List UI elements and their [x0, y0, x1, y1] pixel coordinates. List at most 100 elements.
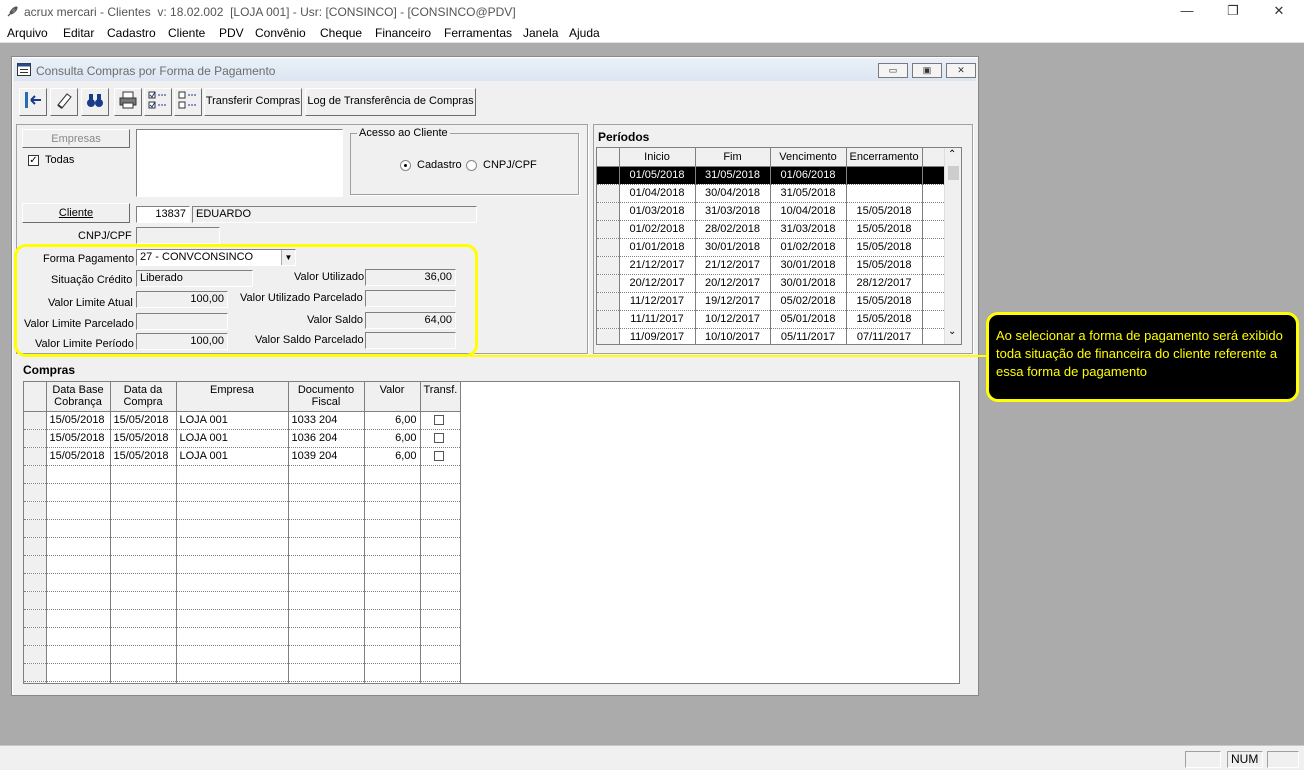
periodos-scrollbar[interactable]: ⌃ ⌄ [944, 148, 961, 344]
empty-cell [364, 645, 421, 664]
menu-cheque[interactable]: Cheque [314, 25, 368, 41]
compra-row[interactable]: 15/05/2018 15/05/2018 LOJA 001 1036 204 6,00 [24, 429, 461, 448]
child-minimize-button[interactable]: ▭ [878, 63, 908, 78]
cadastro-radio[interactable] [400, 160, 411, 171]
menu-pdv[interactable]: PDV [213, 25, 250, 41]
empty-cell [176, 627, 289, 646]
empty-cell [364, 465, 421, 484]
periodo-cell: 31/05/2018 [695, 166, 771, 185]
row-indicator[interactable] [597, 220, 620, 239]
empresas-list[interactable] [136, 129, 343, 197]
uncheck-all-icon[interactable] [174, 88, 202, 116]
row-indicator[interactable] [24, 429, 47, 448]
compra-row[interactable]: 15/05/2018 15/05/2018 LOJA 001 1033 204 6,00 [24, 411, 461, 430]
empty-cell [288, 573, 365, 592]
minimize-button[interactable]: — [1164, 0, 1210, 23]
scroll-thumb[interactable] [948, 166, 959, 180]
empty-cell [288, 609, 365, 628]
periodo-cell: 31/03/2018 [695, 202, 771, 221]
periodo-row[interactable]: 01/05/2018 31/05/2018 01/06/2018 [597, 166, 945, 185]
menu-cliente[interactable]: Cliente [162, 25, 211, 41]
empty-cell [288, 537, 365, 556]
periodo-row[interactable]: 01/01/2018 30/01/2018 01/02/2018 15/05/2018 [597, 238, 945, 257]
child-maximize-button[interactable]: ▣ [912, 63, 942, 78]
col-transf[interactable]: Transf. [420, 382, 461, 412]
compras-grid[interactable]: Data Base Cobrança Data da Compra Empres… [23, 381, 960, 684]
menu-cadastro[interactable]: Cadastro [101, 25, 162, 41]
check-all-icon[interactable] [144, 88, 172, 116]
empty-row [24, 591, 461, 610]
row-indicator[interactable] [597, 184, 620, 203]
menu-ajuda[interactable]: Ajuda [563, 25, 606, 41]
menu-janela[interactable]: Janela [517, 25, 564, 41]
periodo-row[interactable]: 01/04/2018 30/04/2018 31/05/2018 [597, 184, 945, 203]
col-data-compra[interactable]: Data da Compra [110, 382, 177, 412]
menu-financeiro[interactable]: Financeiro [369, 25, 437, 41]
printer-icon[interactable] [114, 88, 142, 116]
col-inicio[interactable]: Inicio [619, 148, 696, 167]
menu-convenio[interactable]: Convênio [249, 25, 312, 41]
row-indicator[interactable] [597, 292, 620, 311]
periodo-cell: 15/05/2018 [846, 310, 923, 329]
transf-cell [420, 429, 461, 448]
callout-annotation: Ao selecionar a forma de pagamento será … [986, 312, 1299, 402]
menu-arquivo[interactable]: Arquivo [1, 25, 54, 41]
scroll-up-icon[interactable]: ⌃ [948, 149, 956, 160]
row-indicator[interactable] [24, 447, 47, 466]
col-vencimento[interactable]: Vencimento [770, 148, 847, 167]
col-fim[interactable]: Fim [695, 148, 771, 167]
exit-icon[interactable] [19, 88, 47, 116]
row-indicator[interactable] [597, 274, 620, 293]
empty-row [24, 681, 461, 683]
col-empresa[interactable]: Empresa [176, 382, 289, 412]
row-indicator[interactable] [597, 166, 620, 185]
empresas-button[interactable]: Empresas [22, 129, 130, 148]
binoculars-icon[interactable] [81, 88, 109, 116]
eraser-icon[interactable] [50, 88, 78, 116]
log-transferencia-button[interactable]: Log de Transferência de Compras [305, 88, 476, 116]
transf-checkbox[interactable] [433, 451, 444, 462]
transferir-compras-button[interactable]: Transferir Compras [204, 88, 302, 116]
periodo-row[interactable]: 11/12/2017 19/12/2017 05/02/2018 15/05/2018 [597, 292, 945, 311]
child-window-title: Consulta Compras por Forma de Pagamento [36, 64, 276, 78]
row-indicator[interactable] [597, 238, 620, 257]
periodo-cell: 30/01/2018 [770, 274, 847, 293]
transf-checkbox[interactable] [433, 415, 444, 426]
compra-row[interactable]: 15/05/2018 15/05/2018 LOJA 001 1039 204 6,00 [24, 447, 461, 466]
row-indicator[interactable] [597, 202, 620, 221]
empty-cell [110, 537, 177, 556]
compra-cell: 15/05/2018 [46, 411, 111, 430]
col-valor[interactable]: Valor [364, 382, 421, 412]
scroll-down-icon[interactable]: ⌄ [948, 326, 956, 337]
col-documento[interactable]: Documento Fiscal [288, 382, 365, 412]
cliente-code-field[interactable]: 13837 [136, 206, 190, 223]
row-indicator[interactable] [597, 310, 620, 329]
periodo-row[interactable]: 21/12/2017 21/12/2017 30/01/2018 15/05/2018 [597, 256, 945, 275]
compra-cell: 15/05/2018 [110, 411, 177, 430]
cnpj-radio[interactable] [466, 160, 477, 171]
row-indicator[interactable] [597, 256, 620, 275]
row-filler [922, 220, 945, 239]
periodos-title: Períodos [598, 130, 650, 144]
close-button[interactable]: ✕ [1256, 0, 1302, 23]
periodo-row[interactable]: 01/02/2018 28/02/2018 31/03/2018 15/05/2018 [597, 220, 945, 239]
row-indicator [24, 519, 47, 538]
periodo-row[interactable]: 20/12/2017 20/12/2017 30/01/2018 28/12/2017 [597, 274, 945, 293]
col-data-base[interactable]: Data Base Cobrança [46, 382, 111, 412]
col-encerramento[interactable]: Encerramento [846, 148, 923, 167]
periodo-row[interactable]: 11/09/2017 10/10/2017 05/11/2017 07/11/2017 [597, 328, 945, 344]
cliente-button[interactable]: Cliente [22, 203, 130, 223]
menu-ferramentas[interactable]: Ferramentas [438, 25, 518, 41]
row-indicator [24, 627, 47, 646]
periodo-row[interactable]: 01/03/2018 31/03/2018 10/04/2018 15/05/2018 [597, 202, 945, 221]
child-close-button[interactable]: ✕ [946, 63, 976, 78]
periodos-grid[interactable]: Inicio Fim Vencimento Encerramento 01/05… [596, 147, 962, 345]
todas-checkbox[interactable]: ✓ [28, 155, 39, 166]
compra-cell: 6,00 [364, 411, 421, 430]
menu-editar[interactable]: Editar [57, 25, 100, 41]
restore-button[interactable]: ❐ [1210, 0, 1256, 23]
periodo-row[interactable]: 11/11/2017 10/12/2017 05/01/2018 15/05/2018 [597, 310, 945, 329]
transf-checkbox[interactable] [433, 433, 444, 444]
row-indicator[interactable] [24, 411, 47, 430]
row-indicator[interactable] [597, 328, 620, 344]
